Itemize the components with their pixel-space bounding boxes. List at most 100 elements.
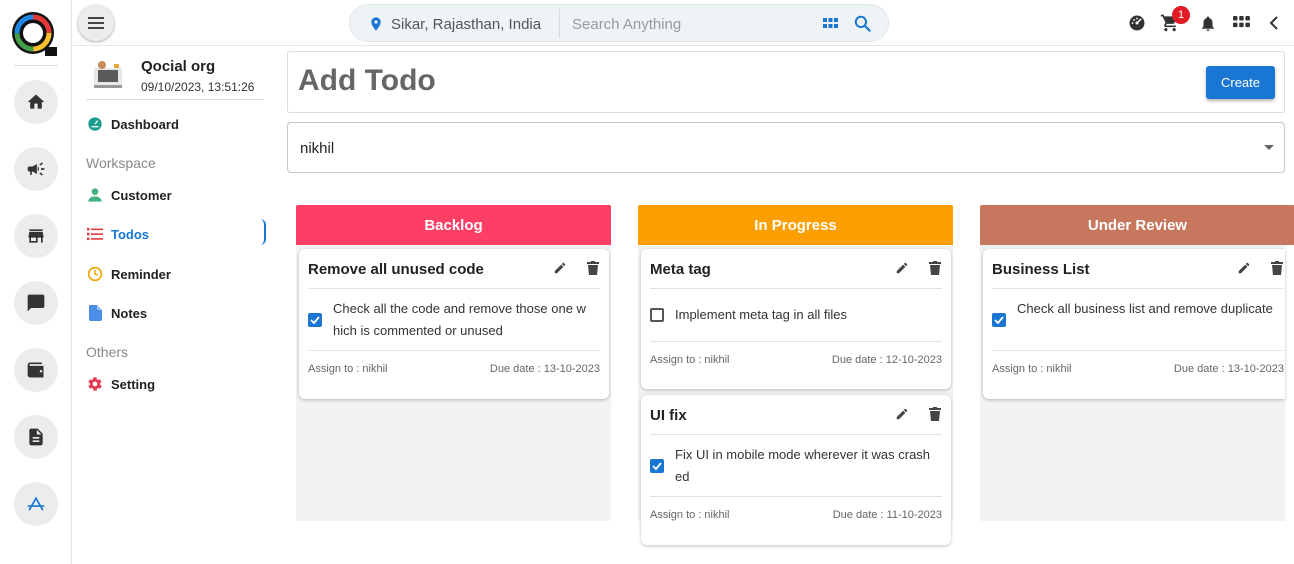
edit-icon[interactable] <box>895 261 909 275</box>
document-icon <box>29 428 43 446</box>
card-title: Remove all unused code <box>308 261 484 278</box>
card-divider <box>650 341 942 342</box>
create-button[interactable]: Create <box>1206 66 1275 99</box>
sidebar-item-dashboard[interactable]: Dashboard <box>86 111 264 137</box>
hamburger-icon <box>88 17 104 29</box>
card-assignee: Assign to : nikhil <box>308 363 388 375</box>
active-indicator <box>260 219 266 245</box>
trash-icon[interactable] <box>929 407 941 421</box>
sidebar-item-label: Dashboard <box>111 116 179 132</box>
sidebar-item-label: Notes <box>111 305 148 321</box>
store-icon <box>28 229 44 243</box>
column-header-under-review: Under Review <box>980 205 1294 245</box>
trash-icon[interactable] <box>1271 261 1283 275</box>
collapse-button[interactable] <box>1263 12 1285 34</box>
task-checkbox-unchecked[interactable] <box>650 308 664 322</box>
assignee-select-value: nikhil <box>300 140 335 157</box>
sidebar-item-todos[interactable]: Todos <box>86 219 266 247</box>
org-avatar <box>90 58 126 94</box>
todo-card[interactable]: Meta tag Implement meta tag in all files… <box>641 249 951 389</box>
notifications-button[interactable] <box>1197 12 1219 34</box>
card-divider <box>650 288 942 289</box>
rail-apps-button[interactable] <box>14 482 58 526</box>
task-checkbox-checked[interactable] <box>992 313 1006 327</box>
rail-divider <box>14 65 58 66</box>
note-icon <box>88 305 102 321</box>
rail-documents-button[interactable] <box>14 415 58 459</box>
chat-icon <box>27 294 45 312</box>
card-due-date: Due date : 13-10-2023 <box>489 363 600 375</box>
dashboard-icon <box>88 117 102 131</box>
section-heading-others: Others <box>86 344 129 360</box>
rail-home-button[interactable] <box>14 80 58 124</box>
assignee-select[interactable]: nikhil <box>287 122 1285 173</box>
menu-toggle-button[interactable] <box>78 5 114 41</box>
todo-card[interactable]: Remove all unused code Check all the cod… <box>299 249 609 399</box>
todo-card[interactable]: Business List Check all business list an… <box>983 249 1285 399</box>
apps-menu-button[interactable] <box>1230 12 1252 34</box>
app-store-icon <box>27 496 45 511</box>
card-divider <box>992 350 1284 351</box>
location-text[interactable]: Sikar, Rajasthan, India <box>391 16 541 33</box>
trash-icon[interactable] <box>587 261 599 275</box>
sidebar-item-label: Todos <box>111 226 150 242</box>
org-header: Qocial org 09/10/2023, 13:51:26 <box>86 54 264 100</box>
card-divider <box>308 288 600 289</box>
column-in-progress: In Progress Meta tag Implement meta tag … <box>638 205 953 545</box>
card-title: Meta tag <box>650 261 711 278</box>
card-assignee: Assign to : nikhil <box>992 363 1072 375</box>
task-checkbox-checked[interactable] <box>650 459 664 473</box>
column-header-in-progress: In Progress <box>638 205 953 245</box>
sidebar-item-setting[interactable]: Setting <box>86 371 264 397</box>
org-datetime: 09/10/2023, 13:51:26 <box>141 80 255 94</box>
page-title: Add Todo <box>298 64 436 97</box>
sidebar-item-label: Reminder <box>111 266 171 282</box>
app-logo[interactable] <box>11 11 57 57</box>
card-divider <box>650 434 942 435</box>
task-checkbox-checked[interactable] <box>308 313 322 327</box>
rail-campaign-button[interactable] <box>14 147 58 191</box>
card-divider <box>992 288 1284 289</box>
wallet-icon <box>27 362 44 378</box>
todo-card[interactable]: UI fix Fix UI in mobile mode wherever it… <box>641 395 951 545</box>
dropdown-arrow-icon <box>1264 145 1274 150</box>
rail-wallet-button[interactable] <box>14 348 58 392</box>
sidebar-item-customer[interactable]: Customer <box>86 182 264 208</box>
clock-icon <box>87 266 103 282</box>
search-divider <box>559 9 560 38</box>
dashboard-gauge-button[interactable] <box>1126 12 1148 34</box>
card-divider <box>650 496 942 497</box>
trash-icon[interactable] <box>929 261 941 275</box>
rail-store-button[interactable] <box>14 214 58 258</box>
column-header-backlog: Backlog <box>296 205 611 245</box>
task-text: Check all business list and remove dupli… <box>1017 301 1273 316</box>
sidebar-item-label: Setting <box>111 376 156 392</box>
rail-chat-button[interactable] <box>14 281 58 325</box>
task-text: Check all the code and remove those one … <box>333 301 586 338</box>
card-due-date: Due date : 11-10-2023 <box>832 509 942 521</box>
card-due-date: Due date : 12-10-2023 <box>831 354 942 366</box>
edit-icon[interactable] <box>553 261 567 275</box>
card-due-date: Due date : 13-10-2023 <box>1173 363 1284 375</box>
card-assignee: Assign to : nikhil <box>650 509 730 521</box>
grid-apps-icon[interactable] <box>823 17 838 32</box>
cart-count-badge: 1 <box>1172 6 1190 24</box>
task-text: Implement meta tag in all files <box>675 307 847 322</box>
sidebar-item-notes[interactable]: Notes <box>86 300 264 326</box>
card-assignee: Assign to : nikhil <box>650 354 730 366</box>
card-divider <box>308 350 600 351</box>
person-icon <box>88 188 102 202</box>
home-icon <box>27 94 45 109</box>
section-heading-workspace: Workspace <box>86 155 156 171</box>
edit-icon[interactable] <box>1237 261 1251 275</box>
search-input[interactable] <box>572 13 812 35</box>
sidebar-item-reminder[interactable]: Reminder <box>86 261 264 287</box>
task-text: Fix UI in mobile mode wherever it was cr… <box>675 447 931 484</box>
edit-icon[interactable] <box>895 407 909 421</box>
location-pin-icon[interactable] <box>368 15 384 33</box>
list-icon <box>87 228 103 241</box>
column-under-review: Under Review Business List Check all bus… <box>980 205 1294 521</box>
search-icon[interactable] <box>853 14 872 33</box>
top-bar: Sikar, Rajasthan, India 1 <box>72 0 1294 46</box>
org-name: Qocial org <box>141 58 216 75</box>
